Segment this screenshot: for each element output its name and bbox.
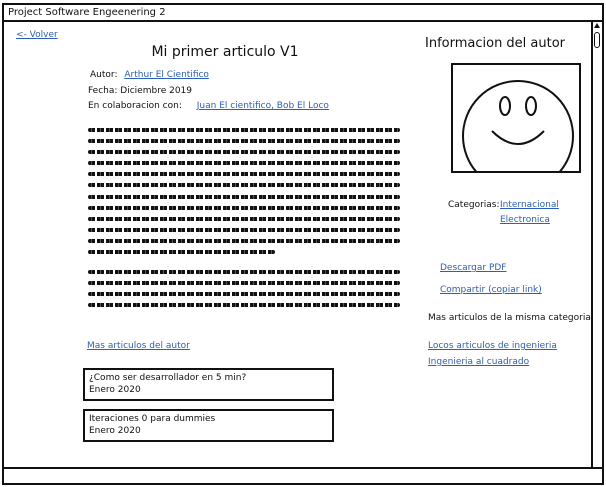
author-row: Autor: Arthur El Cientifico [90, 70, 209, 80]
categories-label: Categorias: [448, 200, 500, 210]
author-article-card[interactable]: ¿Como ser desarrollador en 5 min? Enero … [83, 368, 334, 401]
smiley-face-icon [462, 80, 574, 171]
share-link[interactable]: Compartir (copiar link) [440, 285, 542, 295]
date-row: Fecha: Diciembre 2019 [88, 86, 192, 96]
vertical-scrollbar[interactable] [591, 22, 602, 467]
category-link[interactable]: Internacional [500, 200, 559, 210]
more-by-author-link[interactable]: Mas articulos del autor [87, 341, 190, 351]
card-date: Enero 2020 [89, 385, 141, 395]
collab-label: En colaboracion con: [88, 101, 182, 111]
author-photo [451, 63, 581, 173]
back-link[interactable]: <- Volver [16, 30, 58, 40]
status-bar [4, 467, 602, 483]
card-title: Iteraciones 0 para dummies [89, 414, 216, 424]
category-link[interactable]: Electronica [500, 215, 550, 225]
author-link[interactable]: Arthur El Cientifico [124, 70, 209, 80]
scroll-up-icon[interactable] [594, 23, 600, 28]
author-label: Autor: [90, 70, 118, 80]
author-article-card[interactable]: Iteraciones 0 para dummies Enero 2020 [83, 409, 334, 442]
card-title: ¿Como ser desarrollador en 5 min? [89, 373, 247, 383]
date-label: Fecha: [88, 86, 118, 96]
card-date: Enero 2020 [89, 426, 141, 436]
author-info-heading: Informacion del autor [425, 36, 566, 51]
related-heading: Mas articulos de la misma categoria [428, 313, 591, 323]
collab-row: En colaboracion con: Juan El cientifico,… [88, 101, 329, 111]
download-pdf-link[interactable]: Descargar PDF [440, 263, 507, 273]
article-paragraph-1 [88, 128, 400, 261]
scroll-thumb[interactable] [594, 32, 600, 48]
article-paragraph-2 [88, 270, 400, 314]
related-article-link[interactable]: Ingenieria al cuadrado [428, 357, 529, 367]
collab-link[interactable]: Juan El cientifico, Bob El Loco [197, 101, 329, 111]
related-article-link[interactable]: Locos articulos de ingenieria [428, 341, 557, 351]
date-value: Diciembre 2019 [120, 86, 192, 96]
window-title: Project Software Engeenering 2 [4, 5, 602, 22]
article-title: Mi primer articulo V1 [151, 44, 299, 60]
